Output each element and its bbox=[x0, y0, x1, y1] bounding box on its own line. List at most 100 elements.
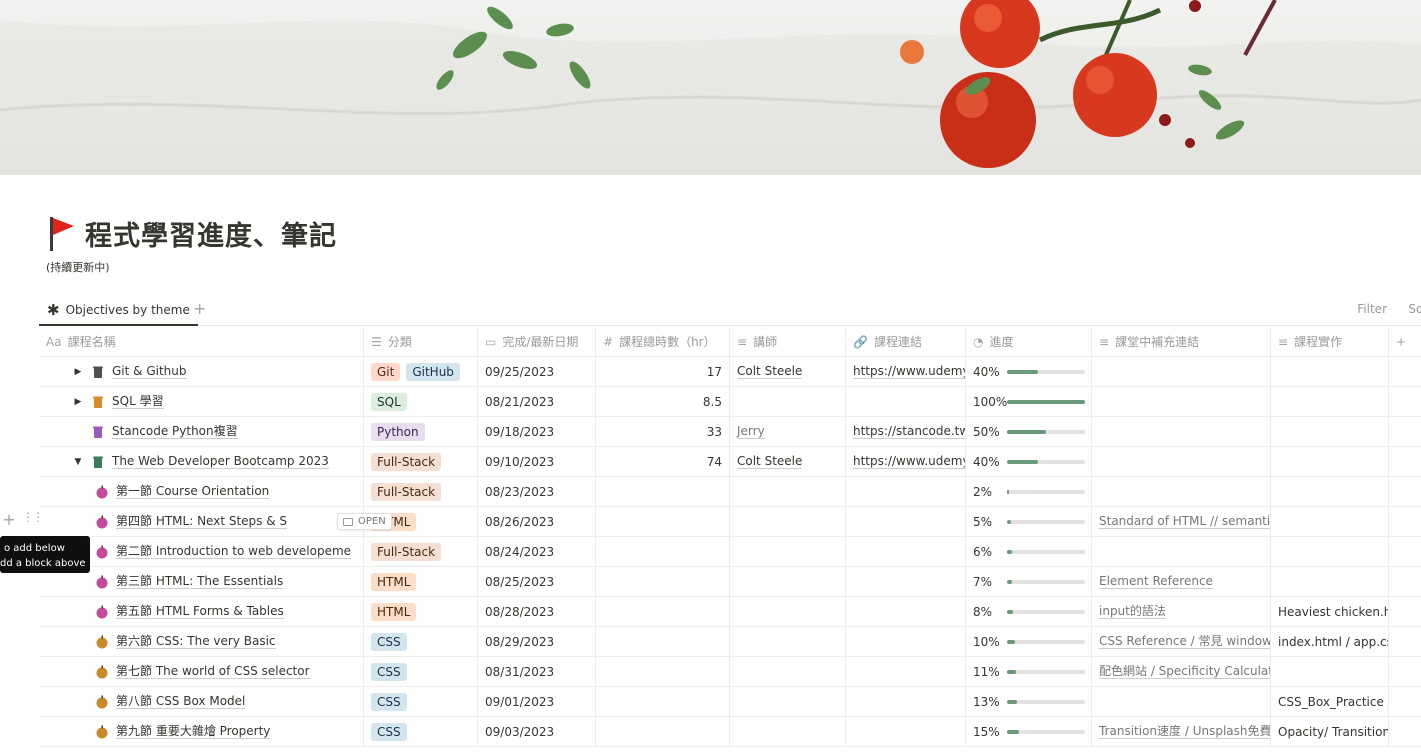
date-cell[interactable]: 08/29/2023 bbox=[478, 627, 596, 656]
column-header-hours[interactable]: # 課程總時數（hr） bbox=[596, 327, 730, 356]
table-row[interactable]: 第二節 Introduction to web developeme Full-S… bbox=[39, 537, 1421, 567]
tab-objectives-by-theme[interactable]: ✱ Objectives by theme bbox=[39, 296, 198, 326]
extra-links-cell[interactable] bbox=[1092, 357, 1271, 386]
practice-cell[interactable] bbox=[1271, 357, 1389, 386]
extra-links-cell[interactable] bbox=[1092, 387, 1271, 416]
course-link-cell[interactable]: https://www.udemy. bbox=[846, 447, 966, 476]
category-cell[interactable]: Python bbox=[364, 417, 478, 446]
course-link-cell[interactable] bbox=[846, 387, 966, 416]
date-cell[interactable]: 09/10/2023 bbox=[478, 447, 596, 476]
practice-cell[interactable] bbox=[1271, 387, 1389, 416]
course-link-cell[interactable] bbox=[846, 657, 966, 686]
name-cell[interactable]: ▶ Git & Github bbox=[39, 357, 364, 386]
table-row[interactable]: 第八節 CSS Box Model CSS 09/01/2023 13% CSS_Box… bbox=[39, 687, 1421, 717]
date-cell[interactable]: 08/26/2023 bbox=[478, 507, 596, 536]
practice-cell[interactable]: Opacity/ Transition/ bbox=[1271, 717, 1389, 746]
course-url[interactable]: https://www.udemy. bbox=[853, 364, 965, 379]
row-title[interactable]: SQL 學習 bbox=[112, 394, 164, 409]
category-cell[interactable]: Full-Stack bbox=[364, 477, 478, 506]
extra-links-cell[interactable] bbox=[1092, 477, 1271, 506]
name-cell[interactable]: 第七節 The world of CSS selector bbox=[39, 657, 364, 686]
hours-cell[interactable] bbox=[596, 627, 730, 656]
hours-cell[interactable] bbox=[596, 687, 730, 716]
name-cell[interactable]: 第九節 重要大雜燴 Property bbox=[39, 717, 364, 746]
date-cell[interactable]: 08/23/2023 bbox=[478, 477, 596, 506]
table-row[interactable]: 第六節 CSS: The very Basic CSS 08/29/2023 10% C… bbox=[39, 627, 1421, 657]
filter-button[interactable]: Filter bbox=[1357, 302, 1387, 316]
course-link-cell[interactable] bbox=[846, 717, 966, 746]
open-page-button[interactable]: OPEN bbox=[337, 513, 392, 530]
name-cell[interactable]: ▼ The Web Developer Bootcamp 2023 bbox=[39, 447, 364, 476]
column-header-practice[interactable]: ≡ 課程實作 bbox=[1271, 327, 1389, 356]
table-row[interactable]: 第四節 HTML: Next Steps & S HTML 08/26/2023 5%… bbox=[39, 507, 1421, 537]
column-header-category[interactable]: ☰ 分類 bbox=[364, 327, 478, 356]
practice-cell[interactable] bbox=[1271, 417, 1389, 446]
teacher-cell[interactable] bbox=[730, 537, 846, 566]
name-cell[interactable]: ▶ SQL 學習 bbox=[39, 387, 364, 416]
row-title[interactable]: 第三節 HTML: The Essentials bbox=[116, 574, 284, 589]
extra-links-cell[interactable] bbox=[1092, 687, 1271, 716]
table-row[interactable]: 第三節 HTML: The Essentials HTML 08/25/2023 7%… bbox=[39, 567, 1421, 597]
practice-cell[interactable] bbox=[1271, 477, 1389, 506]
hours-cell[interactable] bbox=[596, 507, 730, 536]
table-row[interactable]: 第九節 重要大雜燴 Property CSS 09/03/2023 15% Transi… bbox=[39, 717, 1421, 747]
name-cell[interactable]: ▶Stancode Python複習 bbox=[39, 417, 364, 446]
name-cell[interactable]: 第一節 Course Orientation bbox=[39, 477, 364, 506]
column-header-progress[interactable]: ◔ 進度 bbox=[966, 327, 1092, 356]
course-link-cell[interactable] bbox=[846, 597, 966, 626]
hours-cell[interactable]: 74 bbox=[596, 447, 730, 476]
row-title[interactable]: 第八節 CSS Box Model bbox=[116, 694, 246, 709]
practice-cell[interactable] bbox=[1271, 657, 1389, 686]
page-heading[interactable]: 程式學習進度、筆記 bbox=[85, 214, 337, 253]
extra-links-cell[interactable]: 配色網站 / Specificity Calculate bbox=[1092, 657, 1271, 686]
triangle-right-icon[interactable]: ▶ bbox=[70, 367, 86, 377]
practice-cell[interactable] bbox=[1271, 447, 1389, 476]
course-url[interactable]: https://www.udemy. bbox=[853, 454, 965, 469]
column-header-extra-links[interactable]: ≡ 課堂中補充連結 bbox=[1092, 327, 1271, 356]
hours-cell[interactable] bbox=[596, 537, 730, 566]
row-title[interactable]: 第五節 HTML Forms & Tables bbox=[116, 604, 284, 619]
column-header-date[interactable]: ▭ 完成/最新日期 bbox=[478, 327, 596, 356]
drag-handle-icon[interactable]: ⋮⋮ bbox=[22, 510, 44, 524]
date-cell[interactable]: 08/28/2023 bbox=[478, 597, 596, 626]
date-cell[interactable]: 08/31/2023 bbox=[478, 657, 596, 686]
teacher-cell[interactable] bbox=[730, 717, 846, 746]
hours-cell[interactable] bbox=[596, 717, 730, 746]
hours-cell[interactable]: 33 bbox=[596, 417, 730, 446]
extra-link[interactable]: input的語法 bbox=[1099, 604, 1166, 619]
course-link-cell[interactable] bbox=[846, 567, 966, 596]
name-cell[interactable]: 第八節 CSS Box Model bbox=[39, 687, 364, 716]
row-title[interactable]: Git & Github bbox=[112, 364, 187, 379]
date-cell[interactable]: 08/24/2023 bbox=[478, 537, 596, 566]
extra-links-cell[interactable] bbox=[1092, 537, 1271, 566]
table-row[interactable]: 第七節 The world of CSS selector CSS 08/31/20… bbox=[39, 657, 1421, 687]
hours-cell[interactable]: 8.5 bbox=[596, 387, 730, 416]
date-cell[interactable]: 09/01/2023 bbox=[478, 687, 596, 716]
teacher-link[interactable]: Jerry bbox=[737, 424, 765, 439]
extra-link[interactable]: Element Reference bbox=[1099, 574, 1213, 589]
teacher-cell[interactable] bbox=[730, 567, 846, 596]
triangle-down-icon[interactable]: ▼ bbox=[70, 457, 86, 467]
practice-cell[interactable]: CSS_Box_Practice / F bbox=[1271, 687, 1389, 716]
date-cell[interactable]: 08/21/2023 bbox=[478, 387, 596, 416]
extra-links-cell[interactable] bbox=[1092, 447, 1271, 476]
category-cell[interactable]: CSS bbox=[364, 627, 478, 656]
course-link-cell[interactable] bbox=[846, 627, 966, 656]
date-cell[interactable]: 09/25/2023 bbox=[478, 357, 596, 386]
column-header-link[interactable]: 🔗 課程連結 bbox=[846, 327, 966, 356]
teacher-cell[interactable] bbox=[730, 387, 846, 416]
extra-links-cell[interactable]: Standard of HTML // semantic bbox=[1092, 507, 1271, 536]
add-column-button[interactable]: + bbox=[1389, 327, 1421, 356]
course-link-cell[interactable] bbox=[846, 687, 966, 716]
row-title[interactable]: 第二節 Introduction to web developeme bbox=[116, 544, 352, 559]
date-cell[interactable]: 09/18/2023 bbox=[478, 417, 596, 446]
category-cell[interactable]: Full-Stack bbox=[364, 447, 478, 476]
teacher-cell[interactable] bbox=[730, 507, 846, 536]
category-cell[interactable]: CSS bbox=[364, 687, 478, 716]
extra-links-cell[interactable]: Element Reference bbox=[1092, 567, 1271, 596]
teacher-cell[interactable]: Colt Steele bbox=[730, 447, 846, 476]
course-link-cell[interactable]: https://stancode.tw/ bbox=[846, 417, 966, 446]
category-cell[interactable]: CSS bbox=[364, 657, 478, 686]
hours-cell[interactable] bbox=[596, 657, 730, 686]
row-title[interactable]: 第九節 重要大雜燴 Property bbox=[116, 724, 271, 739]
